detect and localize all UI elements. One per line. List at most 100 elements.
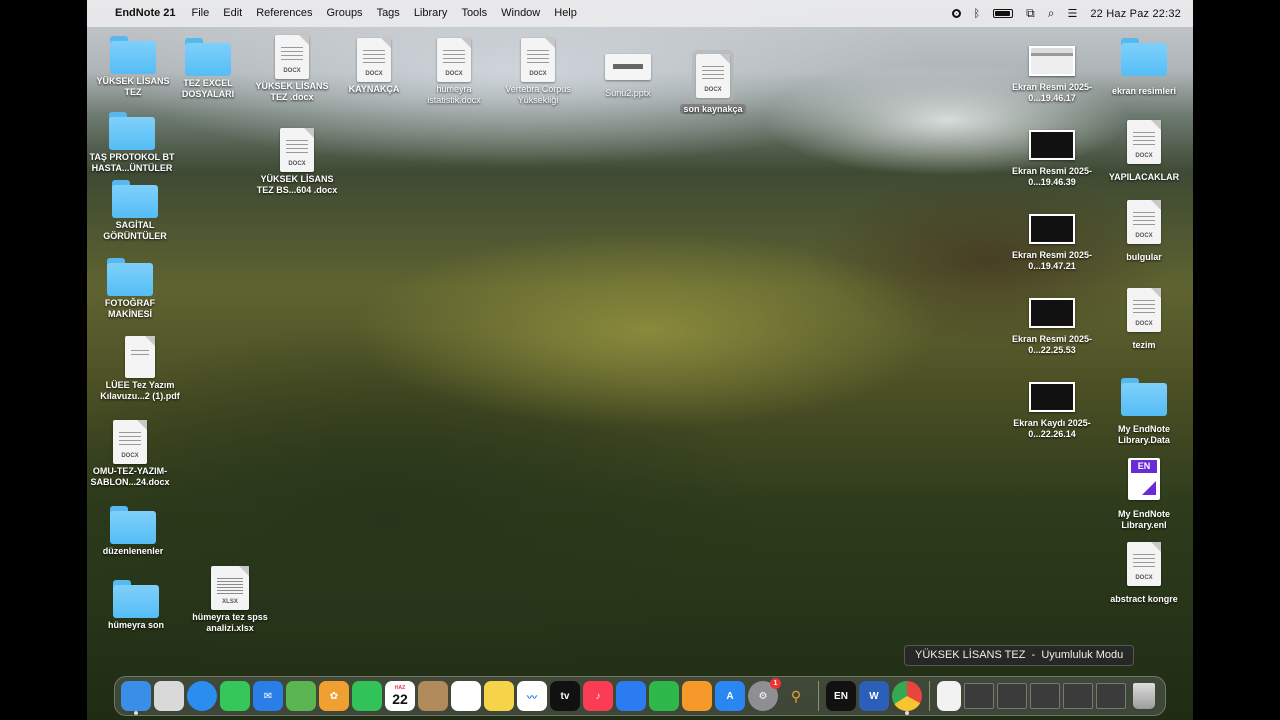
folder-icon [185,38,231,76]
dock-microscope-app-icon[interactable]: ⚲ [781,681,811,711]
menu-tools[interactable]: Tools [454,0,494,27]
dock-pages-icon[interactable] [682,681,712,711]
document-icon: DOCX [437,38,471,82]
image-thumbnail-icon [1029,46,1075,76]
dock-safari-icon[interactable] [187,681,217,711]
image-thumbnail-icon [1029,214,1075,244]
dock-music-icon[interactable]: ♪ [583,681,613,711]
dock-app-store-icon[interactable]: A [715,681,745,711]
dock-system-settings-icon[interactable]: ⚙ 1 [748,678,781,711]
folder-icon [110,506,156,544]
dock-notes-icon[interactable] [484,681,514,711]
desktop-folder-sagital[interactable]: SAGİTAL GÖRÜNTÜLER [90,180,180,242]
dock-calendar-icon[interactable]: HAZ 22 [385,681,415,711]
bluetooth-icon[interactable]: ᛒ [974,8,981,20]
desktop-file-sunu2-pptx[interactable]: Sunu2.pptx [583,44,673,99]
dock-launchpad-icon[interactable] [154,681,184,711]
dock-keynote-icon[interactable] [616,681,646,711]
dock-maps-icon[interactable] [286,681,316,711]
dock-window-tooltip: YÜKSEK LİSANS TEZ - Uyumluluk Modu [904,645,1135,666]
desktop-screenshot-22-25-53[interactable]: Ekran Resmi 2025-0...22.25.53 [1007,292,1097,356]
desktop-folder-tez-excel[interactable]: TEZ EXCEL DOSYALARI [163,38,253,100]
desktop-folder-fotograf-makinesi[interactable]: FOTOĞRAF MAKİNESİ [87,258,175,320]
app-menu[interactable]: EndNote 21 [107,0,185,27]
document-icon: DOCX [1127,200,1161,244]
clock[interactable]: 22 Haz Paz 22:32 [1090,8,1181,20]
dock-document-icon[interactable] [937,681,961,711]
dock-freeform-icon[interactable]: 〰 [517,681,547,711]
desktop-file-yuksek-lisans-tez-bs[interactable]: DOCX YÜKSEK LİSANS TEZ BS...604 .docx [252,128,342,196]
folder-icon [107,258,153,296]
desktop-folder-duzenlenenler[interactable]: düzenlenenler [88,506,178,557]
folder-icon [110,36,156,74]
desktop-file-kaynakca[interactable]: DOCX KAYNAKÇA [329,38,419,95]
dock-minimized-window-3[interactable] [1030,681,1060,711]
menu-file[interactable]: File [185,0,217,27]
document-icon: DOCX [275,35,309,79]
desktop-file-vertebra-corpus[interactable]: DOCX Vertebra Corpus Yüksekliği [493,38,583,106]
document-icon: DOCX [357,38,391,82]
desktop-file-son-kaynakca[interactable]: DOCX son kaynakça [668,50,758,115]
dock-minimized-window-4[interactable] [1063,681,1093,711]
menu-bar: EndNote 21 File Edit References Groups T… [87,0,1193,27]
desktop-screenshot-19-46-17[interactable]: Ekran Resmi 2025-0...19.46.17 [1007,40,1097,104]
control-center-icon[interactable]: ☰ [1067,7,1077,20]
pdf-icon [125,336,155,378]
video-thumbnail-icon [1029,382,1075,412]
menu-window[interactable]: Window [494,0,547,27]
dock-mail-icon[interactable]: ✉ [253,681,283,711]
airplay-icon[interactable]: ⧉ [1026,6,1035,21]
dock-word-icon[interactable]: W [859,681,889,711]
menu-tags[interactable]: Tags [370,0,407,27]
document-icon: DOCX [113,420,147,464]
menu-groups[interactable]: Groups [319,0,369,27]
desktop-screenshot-19-47-21[interactable]: Ekran Resmi 2025-0...19.47.21 [1007,208,1097,272]
dock-photos-icon[interactable]: ✿ [319,681,349,711]
dock-tv-icon[interactable]: tv [550,681,580,711]
folder-icon [1121,38,1167,76]
search-icon[interactable]: ⌕ [1048,6,1055,21]
desktop-file-tezim[interactable]: DOCX tezim [1099,288,1189,351]
desktop-file-luee-tez-pdf[interactable]: LÜEE Tez Yazım Kılavuzu...2 (1).pdf [95,336,185,402]
desktop-folder-ekran-resimleri[interactable]: ekran resimleri [1099,38,1189,97]
dock-minimized-window-2[interactable] [997,681,1027,711]
desktop-file-yuksek-lisans-tez-docx[interactable]: DOCX YÜKSEK LİSANS TEZ .docx [247,35,337,103]
dock-chrome-icon[interactable] [892,681,922,715]
dock-minimized-window-5[interactable] [1096,681,1126,711]
dock-numbers-icon[interactable] [649,681,679,711]
desktop-file-abstract-kongre[interactable]: DOCX abstract kongre [1099,542,1189,605]
screen-recording-icon[interactable] [951,9,961,18]
dock-trash-icon[interactable] [1129,681,1159,711]
menu-references[interactable]: References [249,0,319,27]
menu-library[interactable]: Library [407,0,455,27]
desktop-screenshot-19-46-39[interactable]: Ekran Resmi 2025-0...19.46.39 [1007,124,1097,188]
selected-file-label: son kaynakça [680,104,746,114]
desktop-folder-humeyra-son[interactable]: hümeyra son [91,580,181,631]
battery-icon[interactable] [993,9,1014,18]
dock-messages-icon[interactable] [220,681,250,711]
menu-help[interactable]: Help [547,0,584,27]
desktop-file-humeyra-istatistik[interactable]: DOCX hümeyra istatistik.docx [409,38,499,106]
dock-minimized-window-1[interactable] [964,681,994,711]
desktop-folder-endnote-data[interactable]: My EndNote Library.Data [1099,378,1189,446]
desktop-file-yapilacaklar[interactable]: DOCX YAPILACAKLAR [1099,120,1189,183]
document-icon: DOCX [1127,542,1161,586]
desktop-file-endnote-library[interactable]: EN My EndNote Library.enl [1099,458,1189,531]
desktop-folder-tas-protokol[interactable]: TAŞ PROTOKOL BT HASTA...ÜNTÜLER [87,112,177,174]
desktop-file-humeyra-spss-xlsx[interactable]: XLSX hümeyra tez spss analizi.xlsx [185,566,275,634]
document-icon: DOCX [692,50,734,102]
dock-reminders-icon[interactable] [451,681,481,711]
desktop-file-bulgular[interactable]: DOCX bulgular [1099,200,1189,263]
dock-finder-icon[interactable] [121,681,151,715]
menu-edit[interactable]: Edit [216,0,249,27]
desktop-screen-recording-22-26-14[interactable]: Ekran Kaydı 2025-0...22.26.14 [1007,376,1097,440]
presentation-icon [605,54,651,80]
image-thumbnail-icon [1029,298,1075,328]
dock-facetime-icon[interactable] [352,681,382,711]
folder-icon [112,180,158,218]
desktop-file-omu-tez-sablon[interactable]: DOCX OMU-TEZ-YAZIM-SABLON...24.docx [87,420,175,488]
document-icon: DOCX [521,38,555,82]
dock-contacts-icon[interactable] [418,681,448,711]
dock-endnote-icon[interactable]: EN [826,681,856,711]
document-icon: DOCX [1127,120,1161,164]
